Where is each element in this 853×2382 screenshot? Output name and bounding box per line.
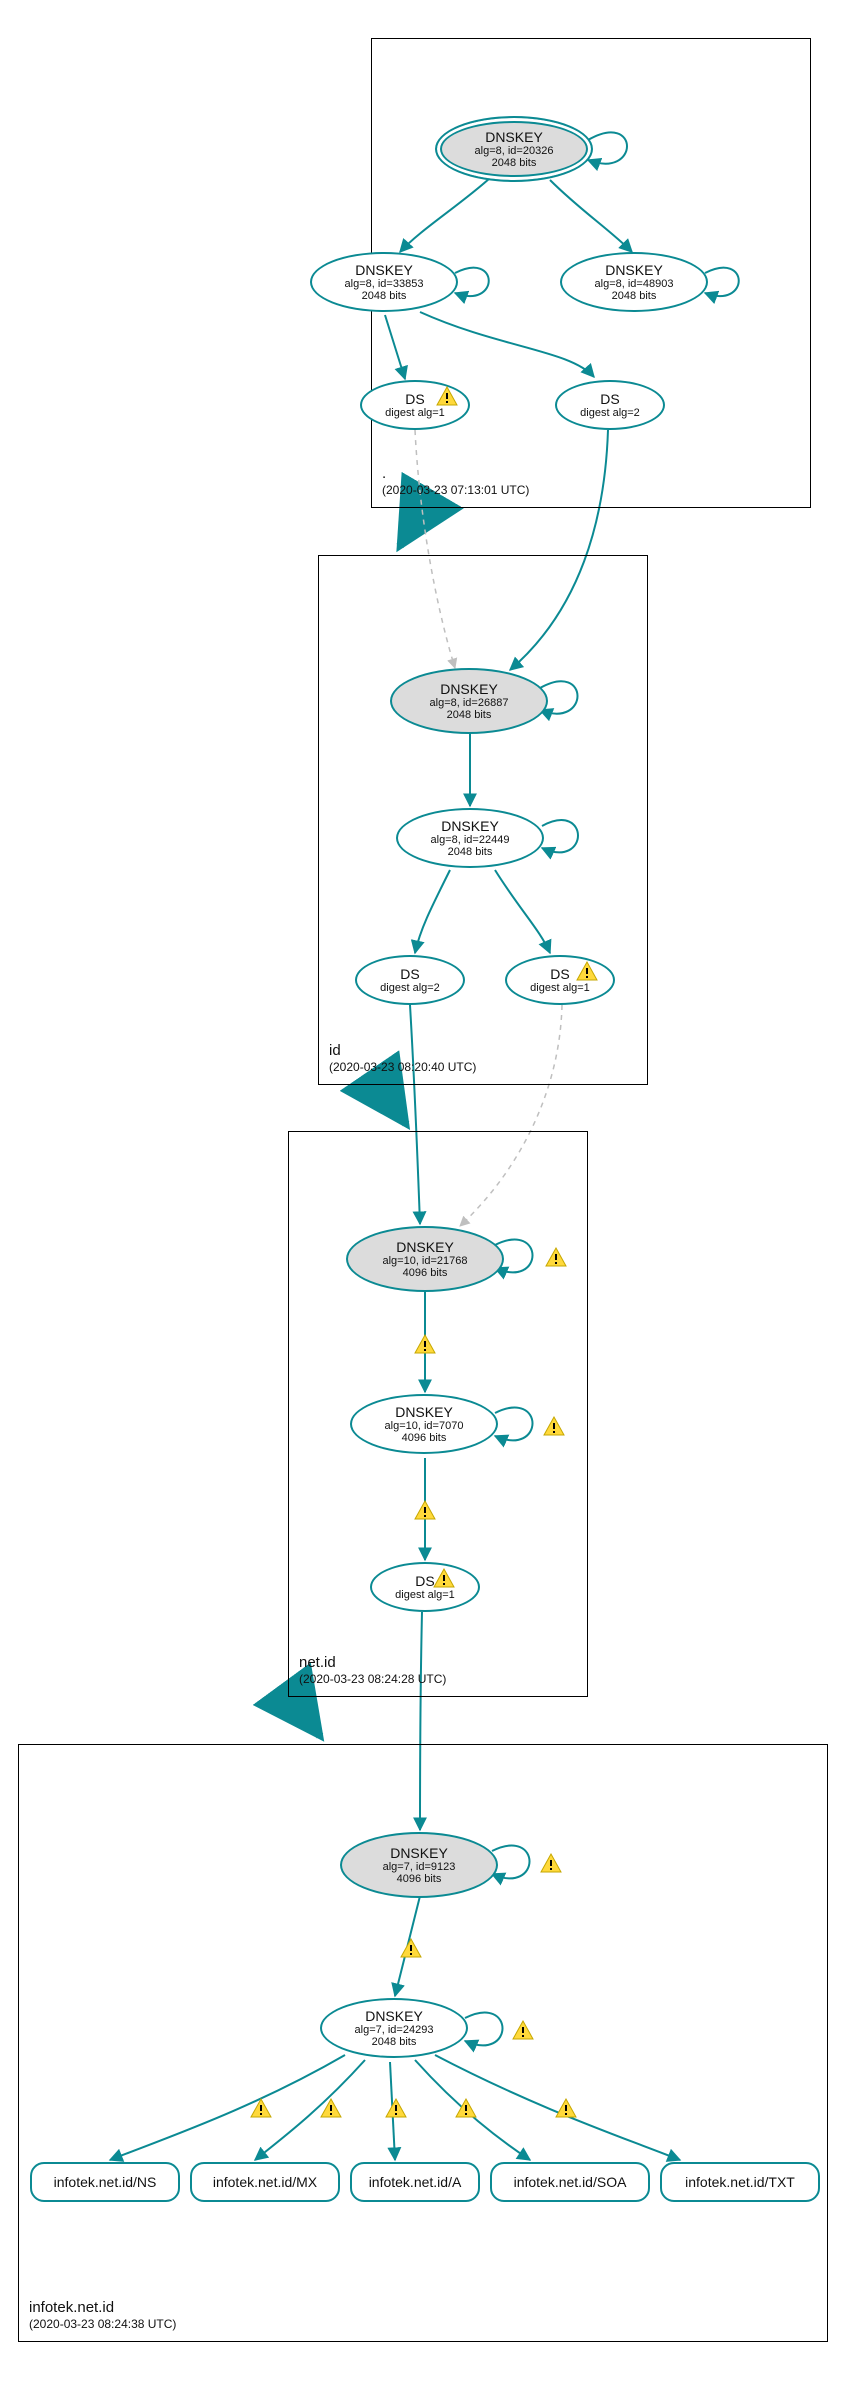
node-title: DS bbox=[415, 1573, 434, 1589]
node-title: DS bbox=[550, 966, 569, 982]
node-root-zsk2[interactable]: DNSKEY alg=8, id=48903 2048 bits bbox=[560, 252, 708, 312]
node-line2: alg=8, id=48903 bbox=[595, 278, 674, 290]
node-id-zsk[interactable]: DNSKEY alg=8, id=22449 2048 bits bbox=[396, 808, 544, 868]
node-title: DNSKEY bbox=[485, 129, 543, 145]
node-root-ds2[interactable]: DS digest alg=2 bbox=[555, 380, 665, 430]
node-line3: 2048 bits bbox=[447, 709, 492, 721]
node-line2: alg=7, id=24293 bbox=[355, 2024, 434, 2036]
leaf-txt[interactable]: infotek.net.id/TXT bbox=[660, 2162, 820, 2202]
node-title: DNSKEY bbox=[355, 262, 413, 278]
node-netid-ksk[interactable]: DNSKEY alg=10, id=21768 4096 bits bbox=[346, 1226, 504, 1292]
node-line2: alg=8, id=22449 bbox=[431, 834, 510, 846]
node-line2: alg=8, id=33853 bbox=[345, 278, 424, 290]
node-title: DS bbox=[600, 391, 619, 407]
node-line2: digest alg=1 bbox=[385, 407, 445, 419]
node-root-zsk1[interactable]: DNSKEY alg=8, id=33853 2048 bits bbox=[310, 252, 458, 312]
node-line2: alg=7, id=9123 bbox=[383, 1861, 456, 1873]
node-title: DNSKEY bbox=[440, 681, 498, 697]
zone-infotek-label: infotek.net.id (2020-03-23 08:24:38 UTC) bbox=[29, 2298, 176, 2333]
node-line2: digest alg=1 bbox=[395, 1589, 455, 1601]
node-id-ksk[interactable]: DNSKEY alg=8, id=26887 2048 bits bbox=[390, 668, 548, 734]
node-title: DS bbox=[400, 966, 419, 982]
zone-netid-label: net.id (2020-03-23 08:24:28 UTC) bbox=[299, 1653, 446, 1688]
zone-id-label: id (2020-03-23 08:20:40 UTC) bbox=[329, 1041, 476, 1076]
node-line3: 2048 bits bbox=[448, 846, 493, 858]
zone-netid-name: net.id bbox=[299, 1653, 446, 1673]
zone-id-ts: (2020-03-23 08:20:40 UTC) bbox=[329, 1060, 476, 1076]
node-line2: digest alg=2 bbox=[380, 982, 440, 994]
zone-root-label: . (2020-03-23 07:13:01 UTC) bbox=[382, 464, 529, 499]
node-line2: alg=8, id=20326 bbox=[475, 145, 554, 157]
leaf-a[interactable]: infotek.net.id/A bbox=[350, 2162, 480, 2202]
node-line3: 2048 bits bbox=[362, 290, 407, 302]
node-netid-ds[interactable]: DS digest alg=1 bbox=[370, 1562, 480, 1612]
dnssec-graph: . (2020-03-23 07:13:01 UTC) id (2020-03-… bbox=[0, 0, 853, 2382]
node-line3: 4096 bits bbox=[397, 1873, 442, 1885]
leaf-mx[interactable]: infotek.net.id/MX bbox=[190, 2162, 340, 2202]
node-line3: 4096 bits bbox=[403, 1267, 448, 1279]
zone-netid-ts: (2020-03-23 08:24:28 UTC) bbox=[299, 1672, 446, 1688]
zone-infotek-name: infotek.net.id bbox=[29, 2298, 176, 2318]
node-id-ds2[interactable]: DS digest alg=1 bbox=[505, 955, 615, 1005]
zone-id-name: id bbox=[329, 1041, 476, 1061]
node-title: DNSKEY bbox=[441, 818, 499, 834]
node-line3: 2048 bits bbox=[492, 157, 537, 169]
leaf-ns[interactable]: infotek.net.id/NS bbox=[30, 2162, 180, 2202]
zone-root-ts: (2020-03-23 07:13:01 UTC) bbox=[382, 483, 529, 499]
node-line2: digest alg=1 bbox=[530, 982, 590, 994]
node-title: DNSKEY bbox=[395, 1404, 453, 1420]
node-root-ds1[interactable]: DS digest alg=1 bbox=[360, 380, 470, 430]
zone-root-name: . bbox=[382, 464, 529, 484]
node-line2: alg=10, id=21768 bbox=[382, 1255, 467, 1267]
node-title: DNSKEY bbox=[365, 2008, 423, 2024]
node-netid-zsk[interactable]: DNSKEY alg=10, id=7070 4096 bits bbox=[350, 1394, 498, 1454]
node-id-ds1[interactable]: DS digest alg=2 bbox=[355, 955, 465, 1005]
node-title: DNSKEY bbox=[396, 1239, 454, 1255]
leaf-soa[interactable]: infotek.net.id/SOA bbox=[490, 2162, 650, 2202]
node-infotek-ksk[interactable]: DNSKEY alg=7, id=9123 4096 bits bbox=[340, 1832, 498, 1898]
node-line3: 2048 bits bbox=[372, 2036, 417, 2048]
node-line3: 4096 bits bbox=[402, 1432, 447, 1444]
node-title: DNSKEY bbox=[605, 262, 663, 278]
node-line3: 2048 bits bbox=[612, 290, 657, 302]
node-infotek-zsk[interactable]: DNSKEY alg=7, id=24293 2048 bits bbox=[320, 1998, 468, 2058]
node-title: DNSKEY bbox=[390, 1845, 448, 1861]
node-line2: alg=8, id=26887 bbox=[430, 697, 509, 709]
node-title: DS bbox=[405, 391, 424, 407]
node-line2: digest alg=2 bbox=[580, 407, 640, 419]
zone-infotek-ts: (2020-03-23 08:24:38 UTC) bbox=[29, 2317, 176, 2333]
node-root-ksk[interactable]: DNSKEY alg=8, id=20326 2048 bits bbox=[435, 116, 593, 182]
node-line2: alg=10, id=7070 bbox=[385, 1420, 464, 1432]
